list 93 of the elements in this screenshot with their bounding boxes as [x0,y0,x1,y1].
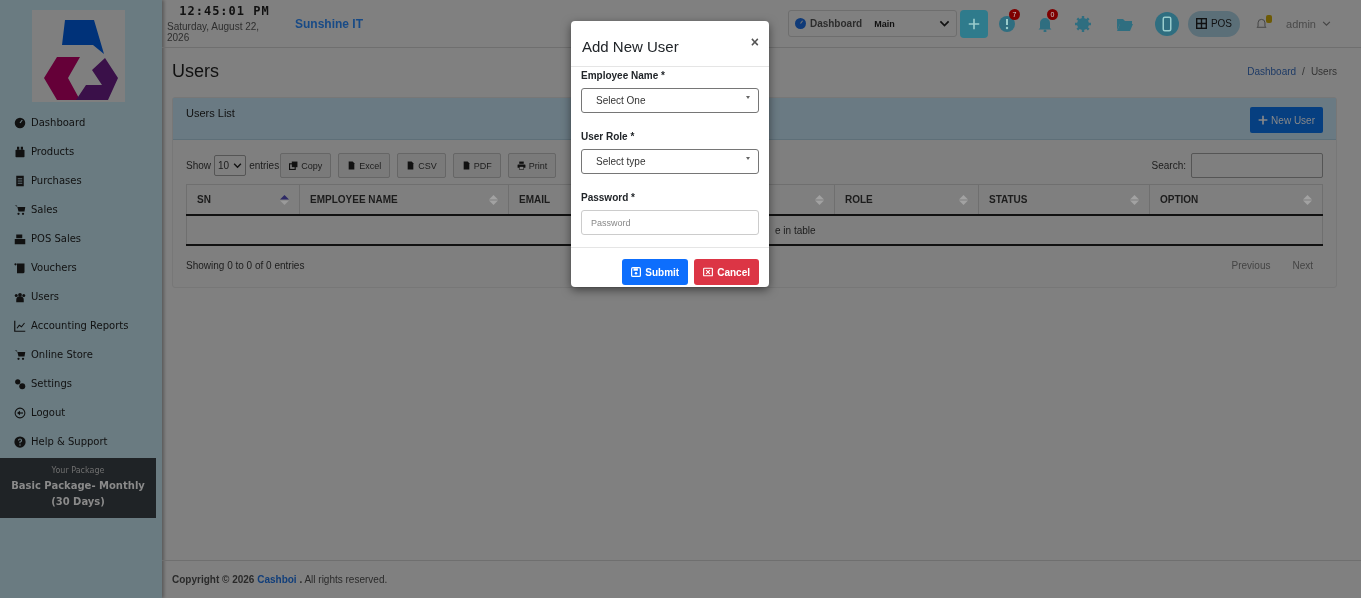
empty-message: e in table [775,224,816,236]
export-button[interactable]: Copy [280,153,332,178]
pos-button[interactable]: POS [1187,10,1241,37]
search-label: Search: [1151,160,1186,171]
printer-icon [516,161,526,170]
sidebar-item[interactable]: Products [0,137,162,166]
help-icon [14,435,26,448]
save-icon [631,267,642,277]
box-icon [14,145,26,158]
sort-icon [280,194,289,205]
breadcrumb-current: Users [1310,65,1337,77]
modal-title: Add New User [582,38,679,55]
caret-icon [746,157,750,160]
entries-label: entries [249,160,280,171]
sidebar-item[interactable]: Sales [0,195,162,224]
caret-icon [746,96,750,99]
column-header[interactable]: OPTION [1149,184,1323,215]
sidebar-item[interactable]: Logout [0,398,162,427]
pdf-file-icon [461,161,471,170]
bell-icon [1036,15,1053,32]
sort-icon [1130,194,1139,205]
sidebar-item[interactable]: POS Sales [0,224,162,253]
sidebar-item[interactable]: Vouchers [0,253,162,282]
sidebar-item[interactable]: Online Store [0,340,162,369]
column-header[interactable]: ROLE [834,184,979,215]
cash-register-icon [14,232,26,245]
sidebar-item[interactable]: Accounting Reports [0,311,162,340]
plus-icon [1258,115,1269,125]
search-field[interactable] [1191,153,1323,178]
table-info: Showing 0 to 0 of 0 entries [186,260,305,271]
column-header[interactable]: SN [186,184,300,215]
package-caption: Your Package [50,466,106,475]
settings-icon [1074,15,1091,32]
company-link[interactable]: Cashboi [257,574,297,585]
close-icon [703,267,714,277]
clock-date: Saturday, August 22, 2026 [167,21,261,43]
card-title: Users List [186,107,235,119]
new-user-button[interactable]: New User [1250,107,1323,133]
pagination-link[interactable]: Previous [1231,260,1271,271]
copy-icon [289,161,299,170]
phone-icon [1154,11,1179,36]
sidebar-item[interactable]: Help & Support [0,427,162,456]
column-header[interactable]: EMPLOYEE NAME [299,184,509,215]
sidebar-item[interactable]: Users [0,282,162,311]
chevron-down-icon [1322,19,1331,28]
column-header[interactable]: STATUS [978,184,1150,215]
sort-icon [489,194,498,205]
alert-icon [998,15,1015,32]
copyright-text: Copyright © 2026 Cashboi . All rights reserved. [172,574,388,585]
page-title: Users [172,60,219,82]
sort-icon [815,194,824,205]
sidebar-item[interactable]: Dashboard [0,108,162,137]
plus-icon [967,17,980,30]
breadcrumb-separator: / [1302,65,1305,77]
spreadsheet-icon [347,161,357,170]
clock-time: 12:45:01 PM [179,4,270,18]
field-label: Employee Name * [581,70,666,81]
chevron-down-icon [938,18,950,29]
sidebar-item[interactable]: Settings [0,369,162,398]
grid-icon [1195,18,1207,29]
people-icon [14,290,26,303]
cancel-button[interactable]: Cancel [694,259,759,285]
branch-select[interactable]: Dashboard Main [787,10,957,37]
company-name: Sunshine IT [295,16,363,31]
show-label: Show [186,160,211,171]
export-button[interactable]: PDF [452,153,501,178]
gauge-icon [794,18,806,29]
breadcrumb-link[interactable]: Dashboard [1247,65,1297,77]
gauge-icon [14,116,26,129]
sort-icon [1303,194,1312,205]
document-icon [14,174,26,187]
submit-button[interactable]: Submit [622,259,689,285]
logout-icon [14,406,26,419]
sort-icon [959,194,968,205]
password-field[interactable]: Password [581,210,759,235]
chevron-down-icon [233,161,243,170]
bell-icon [1255,18,1267,29]
chart-icon [14,319,26,332]
package-name: Basic Package- Monthly (30 Days) [10,479,146,509]
select-field[interactable]: Select One [581,88,759,113]
field-label: Password * [581,192,636,203]
export-button[interactable]: CSV [397,153,446,178]
receipt-icon [14,261,26,274]
add-button[interactable] [959,9,988,38]
close-button[interactable]: × [750,33,759,50]
pagination-link[interactable]: Next [1292,260,1313,271]
spreadsheet-icon [406,161,416,170]
export-button[interactable]: Excel [338,153,391,178]
page-size-select[interactable]: 10 [214,155,247,176]
export-button[interactable]: Print [507,153,557,178]
field-label: User Role * [581,131,636,142]
sidebar-item[interactable]: Purchases [0,166,162,195]
select-field[interactable]: Select type [581,149,759,174]
